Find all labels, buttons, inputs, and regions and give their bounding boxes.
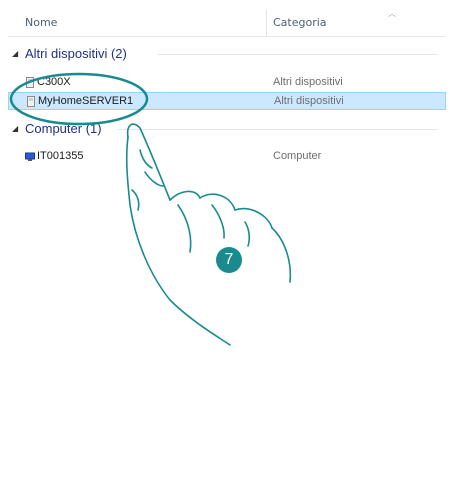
column-divider[interactable] xyxy=(266,10,267,36)
list-item-it001355[interactable]: IT001355 Computer xyxy=(8,148,446,166)
item-name: MyHomeSERVER1 xyxy=(38,95,134,107)
device-icon xyxy=(26,77,34,88)
column-header-category[interactable]: Categoria xyxy=(273,16,327,29)
list-item-myhomeserver1[interactable]: MyHomeSERVER1 Altri dispositivi xyxy=(8,92,446,110)
group-label: Computer (1) xyxy=(25,121,102,136)
item-category: Altri dispositivi xyxy=(273,76,343,88)
item-category: Computer xyxy=(273,150,322,162)
computer-icon xyxy=(25,152,35,161)
item-name: IT001355 xyxy=(37,150,84,162)
collapse-triangle-icon[interactable]: ◢ xyxy=(12,49,18,58)
group-header-computer[interactable]: ◢ Computer (1) xyxy=(8,120,446,138)
device-icon xyxy=(27,96,35,107)
item-category: Altri dispositivi xyxy=(274,95,344,107)
column-header-bar: Nome Categoria ︿ xyxy=(8,8,446,37)
group-divider-line xyxy=(158,54,438,55)
list-item-c300x[interactable]: C300X Altri dispositivi xyxy=(8,74,446,92)
step-badge-number: 7 xyxy=(224,251,234,268)
group-divider-line xyxy=(118,129,438,130)
group-label: Altri dispositivi (2) xyxy=(25,46,127,61)
collapse-triangle-icon[interactable]: ◢ xyxy=(12,124,18,133)
group-header-altri-dispositivi[interactable]: ◢ Altri dispositivi (2) xyxy=(8,45,446,63)
item-name: C300X xyxy=(37,76,71,88)
column-header-name[interactable]: Nome xyxy=(25,16,57,29)
sort-up-icon: ︿ xyxy=(388,9,396,18)
